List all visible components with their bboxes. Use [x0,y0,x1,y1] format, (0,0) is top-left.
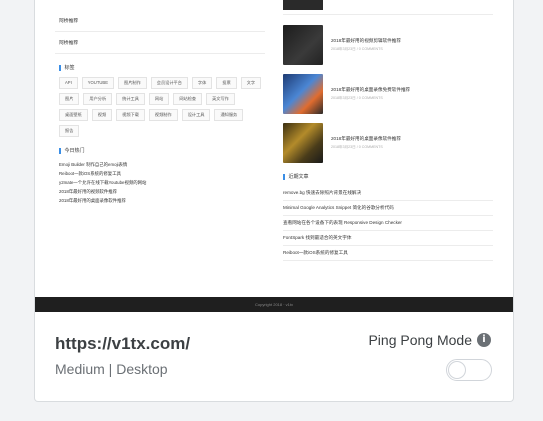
post-title[interactable]: 2018年最好用的桌面录像免费软件推荐 [331,87,410,93]
tag[interactable]: 视频 [91,109,113,121]
top-link[interactable]: 阿桥推荐 [55,36,265,49]
divider [55,53,265,54]
device-meta: Medium | Desktop [55,361,168,377]
tag[interactable]: 视频制作 [148,109,178,121]
tag[interactable]: 视频下载 [116,109,145,121]
hot-heading: 今日热门 [59,147,265,154]
recent-heading: 近期文章 [283,173,493,180]
post-item[interactable]: 2018年最好用的视频剪辑软件推荐 2018年3月23日 / 0 COMMENT… [283,25,493,65]
ping-pong-toggle[interactable] [446,359,492,381]
site-footer: Copyright 2018 · v1tx [35,297,513,312]
post-thumbnail [283,123,323,163]
post-thumbnail [283,25,323,65]
recent-item[interactable]: Minimal Google Analytics Snippet 简化的谷歌分析… [283,201,493,216]
tag[interactable]: 字体 [191,77,213,89]
tag[interactable]: 文字 [240,77,262,89]
recent-item[interactable]: 查看网站在各个设备下的表现 Responsive Design Checker [283,216,493,231]
tag[interactable]: 图片制作 [118,77,147,89]
tag[interactable]: YOUTUBE [81,77,114,89]
heading-bar [283,173,285,180]
ping-pong-mode: Ping Pong Mode i [368,332,491,348]
tag-cloud: API YOUTUBE 图片制作 会员设计平台 字体 投票 文字 图片 用户分析… [55,77,265,137]
post-meta: 2018年3月23日 / 0 COMMENTS [331,47,383,51]
tag[interactable]: API [59,77,78,89]
tag[interactable]: 通知服务 [214,109,244,121]
tag[interactable]: 统计工具 [116,93,145,105]
post-item[interactable]: 2018年最好用的桌面录像软件推荐 2018年3月23日 / 0 COMMENT… [283,123,493,163]
sidebar-left: 阿桥推荐 阿桥推荐 标签 API YOUTUBE 图片制作 会员设计平台 字体 … [55,14,265,205]
tag[interactable]: 设计工具 [181,109,211,121]
post-thumbnail [283,74,323,114]
site-preview[interactable]: 阿桥推荐 阿桥推荐 标签 API YOUTUBE 图片制作 会员设计平台 字体 … [35,0,513,312]
site-url[interactable]: https://v1tx.com/ [55,334,190,354]
tag[interactable]: 图片 [59,93,80,105]
hot-item[interactable]: 2018年最好用的视频软件推荐 [55,187,265,196]
info-icon[interactable]: i [477,333,491,347]
recent-item[interactable]: Reiboot一款iOS系统的修复工具 [283,246,493,261]
tag[interactable]: 网站检查 [173,93,203,105]
tag[interactable]: 用户分析 [83,93,113,105]
heading-bar [59,64,61,71]
screenshot-card: 阿桥推荐 阿桥推荐 标签 API YOUTUBE 图片制作 会员设计平台 字体 … [34,0,514,402]
post-meta: 2018年3月23日 / 0 COMMENTS [331,96,383,100]
sidebar-right: 2018年最好用的视频剪辑软件推荐 2018年3月23日 / 0 COMMENT… [283,0,493,261]
recent-item[interactable]: FontSpark 找到最适合的英文字体 [283,231,493,246]
post-item[interactable]: 2018年最好用的桌面录像免费软件推荐 2018年3月23日 / 0 COMME… [283,74,493,114]
tag[interactable]: 会员设计平台 [150,77,188,89]
post-title[interactable]: 2018年最好用的桌面录像软件推荐 [331,136,401,142]
site-info: https://v1tx.com/ Medium | Desktop Ping … [35,312,513,401]
heading-bar [59,147,61,154]
hot-item[interactable]: 2018年最好用的桌面录像软件推荐 [55,196,265,205]
tag[interactable]: 网站 [148,93,170,105]
hot-item[interactable]: Reiboot一款iOS系统的修复工具 [55,169,265,178]
tag[interactable]: 英文写作 [206,93,235,105]
top-link[interactable]: 阿桥推荐 [55,14,265,27]
post-title[interactable]: 2018年最好用的视频剪辑软件推荐 [331,38,401,44]
hot-item[interactable]: Emoji Builder 制作自己的emoji表情 [55,160,265,169]
ping-pong-label: Ping Pong Mode [368,332,472,348]
tag[interactable]: 报告 [59,125,80,137]
divider [55,31,265,32]
hot-item[interactable]: y2mate一个允许在线下载Youtube视频的网站 [55,178,265,187]
recent-item[interactable]: remove.bg 快速去除照片背景在线解决 [283,186,493,201]
tag[interactable]: 桌面壁纸 [59,109,88,121]
tag[interactable]: 投票 [216,77,237,89]
post-meta: 2018年3月23日 / 0 COMMENTS [331,145,383,149]
toggle-knob [448,361,466,379]
tags-heading: 标签 [59,64,265,71]
